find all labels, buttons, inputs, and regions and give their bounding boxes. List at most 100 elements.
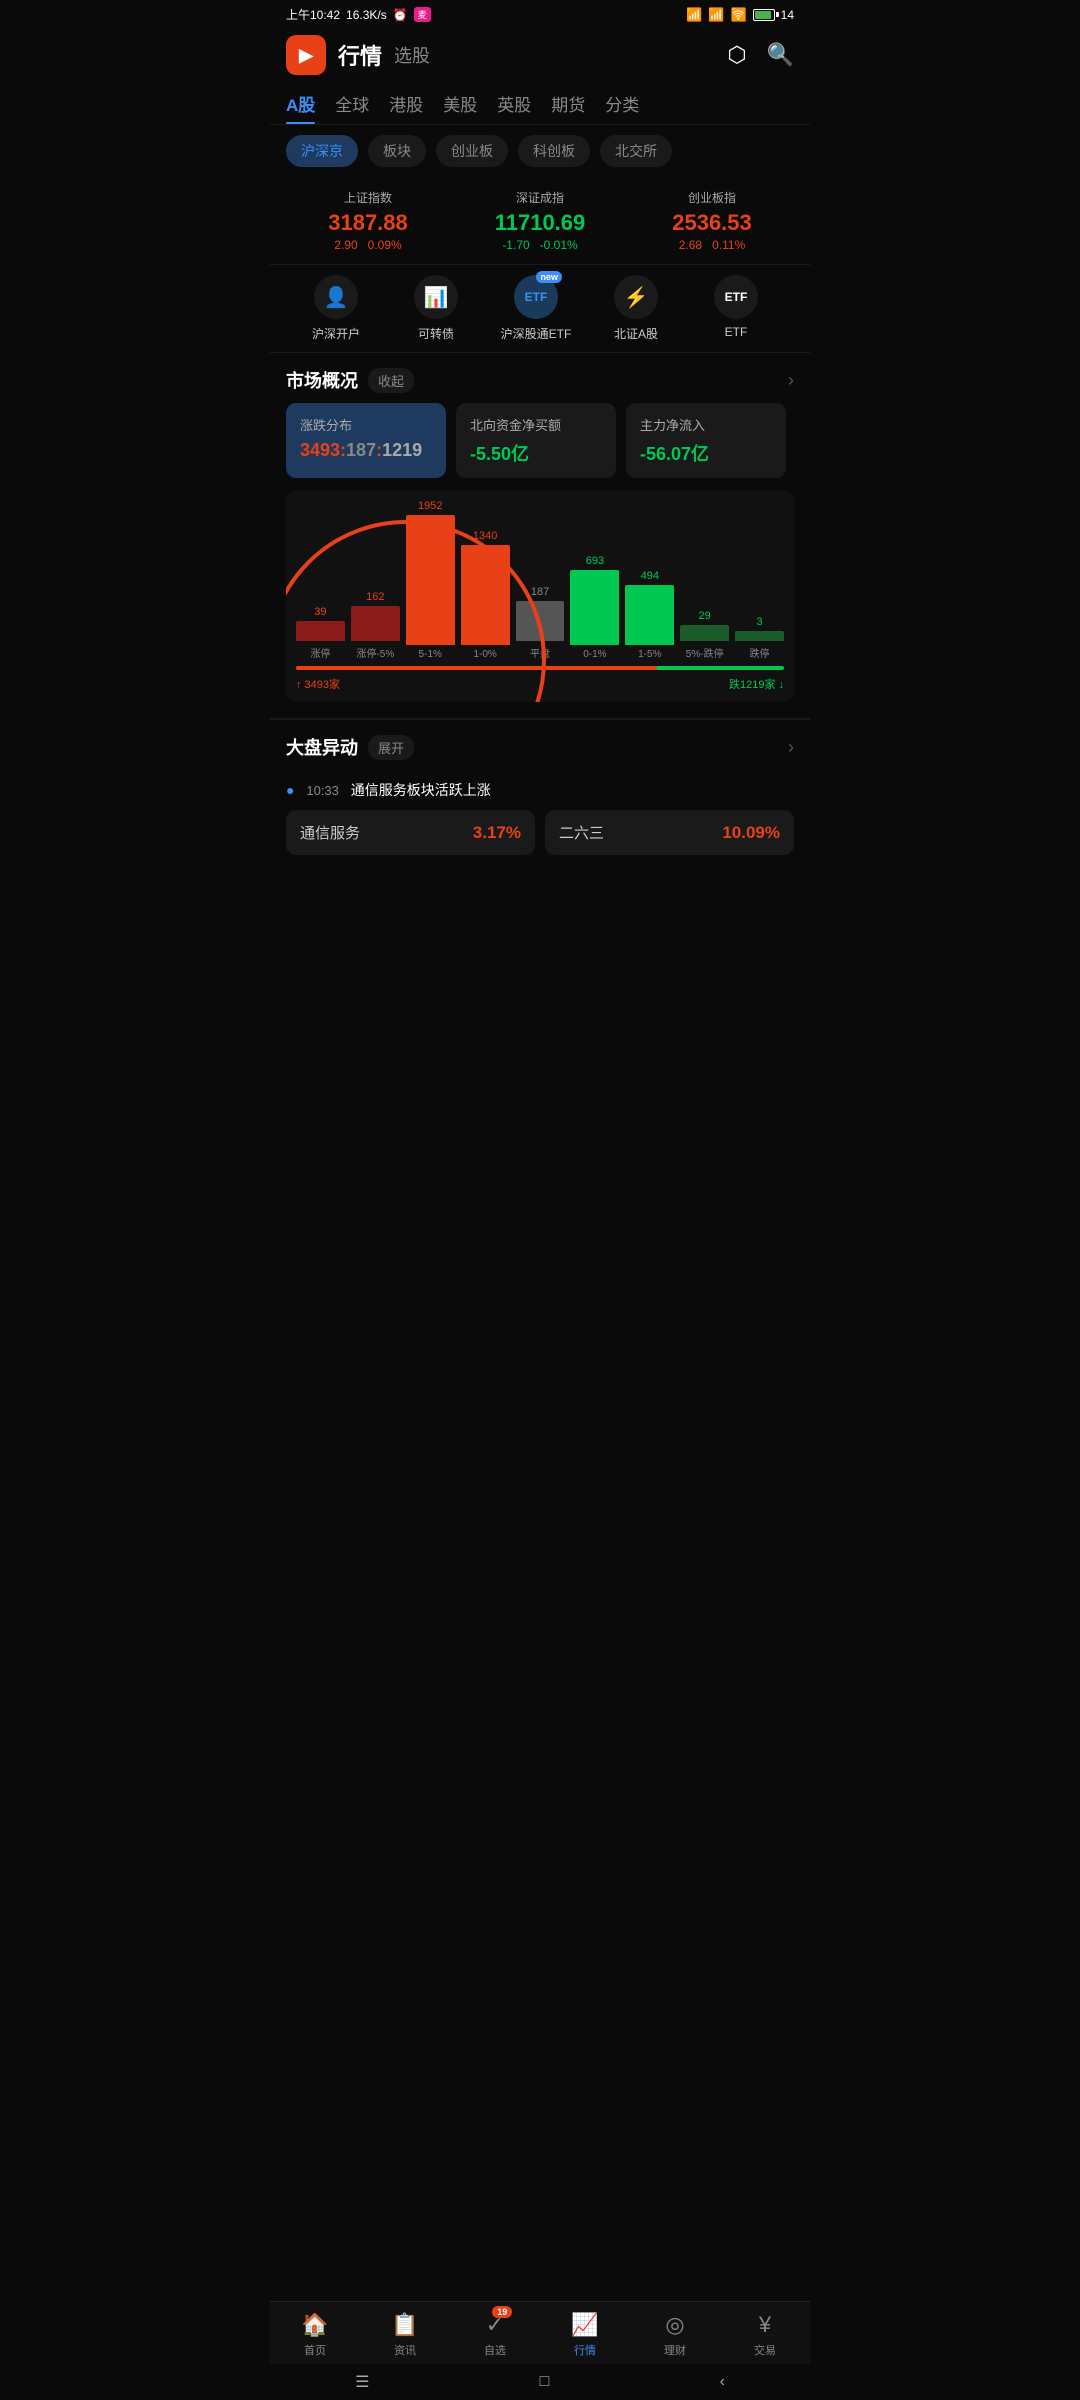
- bar-flat: 187 平盘: [516, 586, 565, 660]
- bar-5to1: 1952 5-1%: [406, 500, 455, 660]
- shanghai-change: 2.90 0.09%: [286, 238, 450, 252]
- nav-watchlist[interactable]: ✓ 19 自选: [455, 2312, 535, 2358]
- bar-bottom-5todietingdown: 5%-跌停: [686, 645, 724, 660]
- shenzhen-value: 11710.69: [458, 210, 622, 236]
- tab-a-shares[interactable]: A股: [286, 91, 315, 124]
- status-bar: 上午10:42 16.3K/s ⏰ 麦 📶 📶 🛜 14: [270, 0, 810, 27]
- qa-beizhen[interactable]: ⚡ 北证A股: [586, 275, 686, 342]
- system-bar: ☰ □ ‹: [270, 2364, 810, 2400]
- bar-1952: [406, 515, 455, 645]
- shenzhen-name: 深证成指: [458, 189, 622, 206]
- chart-section: 39 涨停 162 涨停-5% 1952 5-1% 1340 1-0%: [270, 490, 810, 718]
- subtab-chuangye[interactable]: 创业板: [436, 135, 508, 167]
- market-card-north[interactable]: 北向资金净买额 -5.50亿: [456, 403, 616, 478]
- time-display: 上午10:42: [286, 6, 340, 23]
- quick-actions: 👤 沪深开户 📊 可转债 ETFnew 沪深股通ETF ⚡ 北证A股 ETF E…: [270, 264, 810, 352]
- search-icon[interactable]: 🔍: [767, 42, 794, 68]
- subtab-hushen[interactable]: 沪深京: [286, 135, 358, 167]
- bar-label-3: 3: [757, 616, 763, 628]
- qa-convertible[interactable]: 📊 可转债: [386, 275, 486, 342]
- bar-187: [516, 601, 565, 641]
- index-shenzhen[interactable]: 深证成指 11710.69 -1.70 -0.01%: [458, 189, 622, 252]
- qa-beizhen-label: 北证A股: [614, 325, 658, 342]
- status-right: 📶 📶 🛜 14: [686, 7, 794, 23]
- bar-1340: [461, 545, 510, 645]
- bar-bottom-0to1: 0-1%: [583, 649, 606, 660]
- chuangye-value: 2536.53: [630, 210, 794, 236]
- bar-label-162: 162: [366, 591, 384, 603]
- nav-home-label: 首页: [304, 2342, 326, 2358]
- stock-card-263[interactable]: 二六三 10.09%: [545, 810, 794, 855]
- bar-label-39: 39: [314, 606, 326, 618]
- mc-main-title: 主力净流入: [640, 415, 772, 434]
- subtab-beijiao[interactable]: 北交所: [600, 135, 672, 167]
- news-text: 通信服务板块活跃上涨: [351, 782, 491, 798]
- battery-pct: 14: [781, 8, 794, 22]
- qa-etf[interactable]: ETFnew 沪深股通ETF: [486, 275, 586, 342]
- nav-news[interactable]: 📋 资讯: [365, 2312, 445, 2358]
- nav-home[interactable]: 🏠 首页: [275, 2312, 355, 2358]
- market-overview-header: 市场概况 收起 ›: [270, 352, 810, 403]
- bar-1to5: 494 1-5%: [625, 570, 674, 660]
- market-cards: 涨跌分布 3493:187:1219 北向资金净买额 -5.50亿 主力净流入 …: [270, 403, 810, 490]
- trade-icon: ¥: [759, 2312, 771, 2338]
- tab-futures[interactable]: 期货: [551, 91, 585, 124]
- bar-bottom-zang5: 涨停-5%: [356, 645, 394, 660]
- tab-us[interactable]: 美股: [443, 91, 477, 124]
- market-action[interactable]: 收起: [368, 368, 414, 393]
- tab-uk[interactable]: 英股: [497, 91, 531, 124]
- app-logo: ▶: [286, 35, 326, 75]
- bar-label-494: 494: [641, 570, 659, 582]
- index-chuangye[interactable]: 创业板指 2536.53 2.68 0.11%: [630, 189, 794, 252]
- qa-etf2-label: ETF: [725, 325, 748, 339]
- nav-watchlist-label: 自选: [484, 2342, 506, 2358]
- menu-button[interactable]: ☰: [355, 2372, 369, 2392]
- market-card-distribution[interactable]: 涨跌分布 3493:187:1219: [286, 403, 446, 478]
- bar-zang5: 162 涨停-5%: [351, 591, 400, 660]
- main-tabs: A股 全球 港股 美股 英股 期货 分类: [270, 83, 810, 125]
- bigmarket-arrow: ›: [788, 737, 794, 758]
- bar-chart: 39 涨停 162 涨停-5% 1952 5-1% 1340 1-0%: [296, 500, 784, 660]
- qa-convertible-label: 可转债: [418, 325, 454, 342]
- tab-category[interactable]: 分类: [605, 91, 639, 124]
- news-item[interactable]: ● 10:33 通信服务板块活跃上涨: [270, 770, 810, 810]
- back-button[interactable]: ‹: [720, 2373, 725, 2391]
- watchlist-icon: ✓ 19: [486, 2312, 504, 2338]
- bar-bottom-dietingdown: 跌停: [750, 645, 770, 660]
- subtab-sector[interactable]: 板块: [368, 135, 426, 167]
- app-header: ▶ 行情 选股 ⬡ 🔍: [270, 27, 810, 83]
- bar-39: [296, 621, 345, 641]
- stock-card-tongxin[interactable]: 通信服务 3.17%: [286, 810, 535, 855]
- watchlist-badge: 19: [492, 2306, 512, 2318]
- share-icon[interactable]: ⬡: [727, 42, 746, 68]
- bar-3: [735, 631, 784, 641]
- nav-trade[interactable]: ¥ 交易: [725, 2312, 805, 2358]
- market-arrow: ›: [788, 370, 794, 391]
- finance-icon: ◎: [665, 2312, 684, 2338]
- bigmarket-title: 大盘异动: [286, 734, 358, 760]
- tab-hk[interactable]: 港股: [389, 91, 423, 124]
- qa-convertible-icon: 📊: [414, 275, 458, 319]
- signal-icon2: 📶: [708, 7, 724, 23]
- mc-north-value: -5.50亿: [470, 440, 602, 466]
- home-button[interactable]: □: [540, 2373, 550, 2391]
- market-title: 市场概况: [286, 367, 358, 393]
- bigmarket-action[interactable]: 展开: [368, 735, 414, 760]
- qa-etf2-icon: ETF: [714, 275, 758, 319]
- subtab-kechuang[interactable]: 科创板: [518, 135, 590, 167]
- nav-news-label: 资讯: [394, 2342, 416, 2358]
- market-card-main[interactable]: 主力净流入 -56.07亿: [626, 403, 786, 478]
- qa-etf2[interactable]: ETF ETF: [686, 275, 786, 342]
- nav-market[interactable]: 📈 行情: [545, 2312, 625, 2358]
- bar-label-1952: 1952: [418, 500, 442, 512]
- index-shanghai[interactable]: 上证指数 3187.88 2.90 0.09%: [286, 189, 450, 252]
- pb-green: [657, 666, 784, 670]
- wifi-icon: 🛜: [730, 7, 746, 23]
- qa-hushen-icon: 👤: [314, 275, 358, 319]
- tab-global[interactable]: 全球: [335, 91, 369, 124]
- nav-finance[interactable]: ◎ 理财: [635, 2312, 715, 2358]
- header-subtitle[interactable]: 选股: [394, 42, 430, 68]
- market-nav-icon: 📈: [571, 2312, 598, 2338]
- qa-hushen-account[interactable]: 👤 沪深开户: [286, 275, 386, 342]
- logo-text: ▶: [299, 45, 313, 66]
